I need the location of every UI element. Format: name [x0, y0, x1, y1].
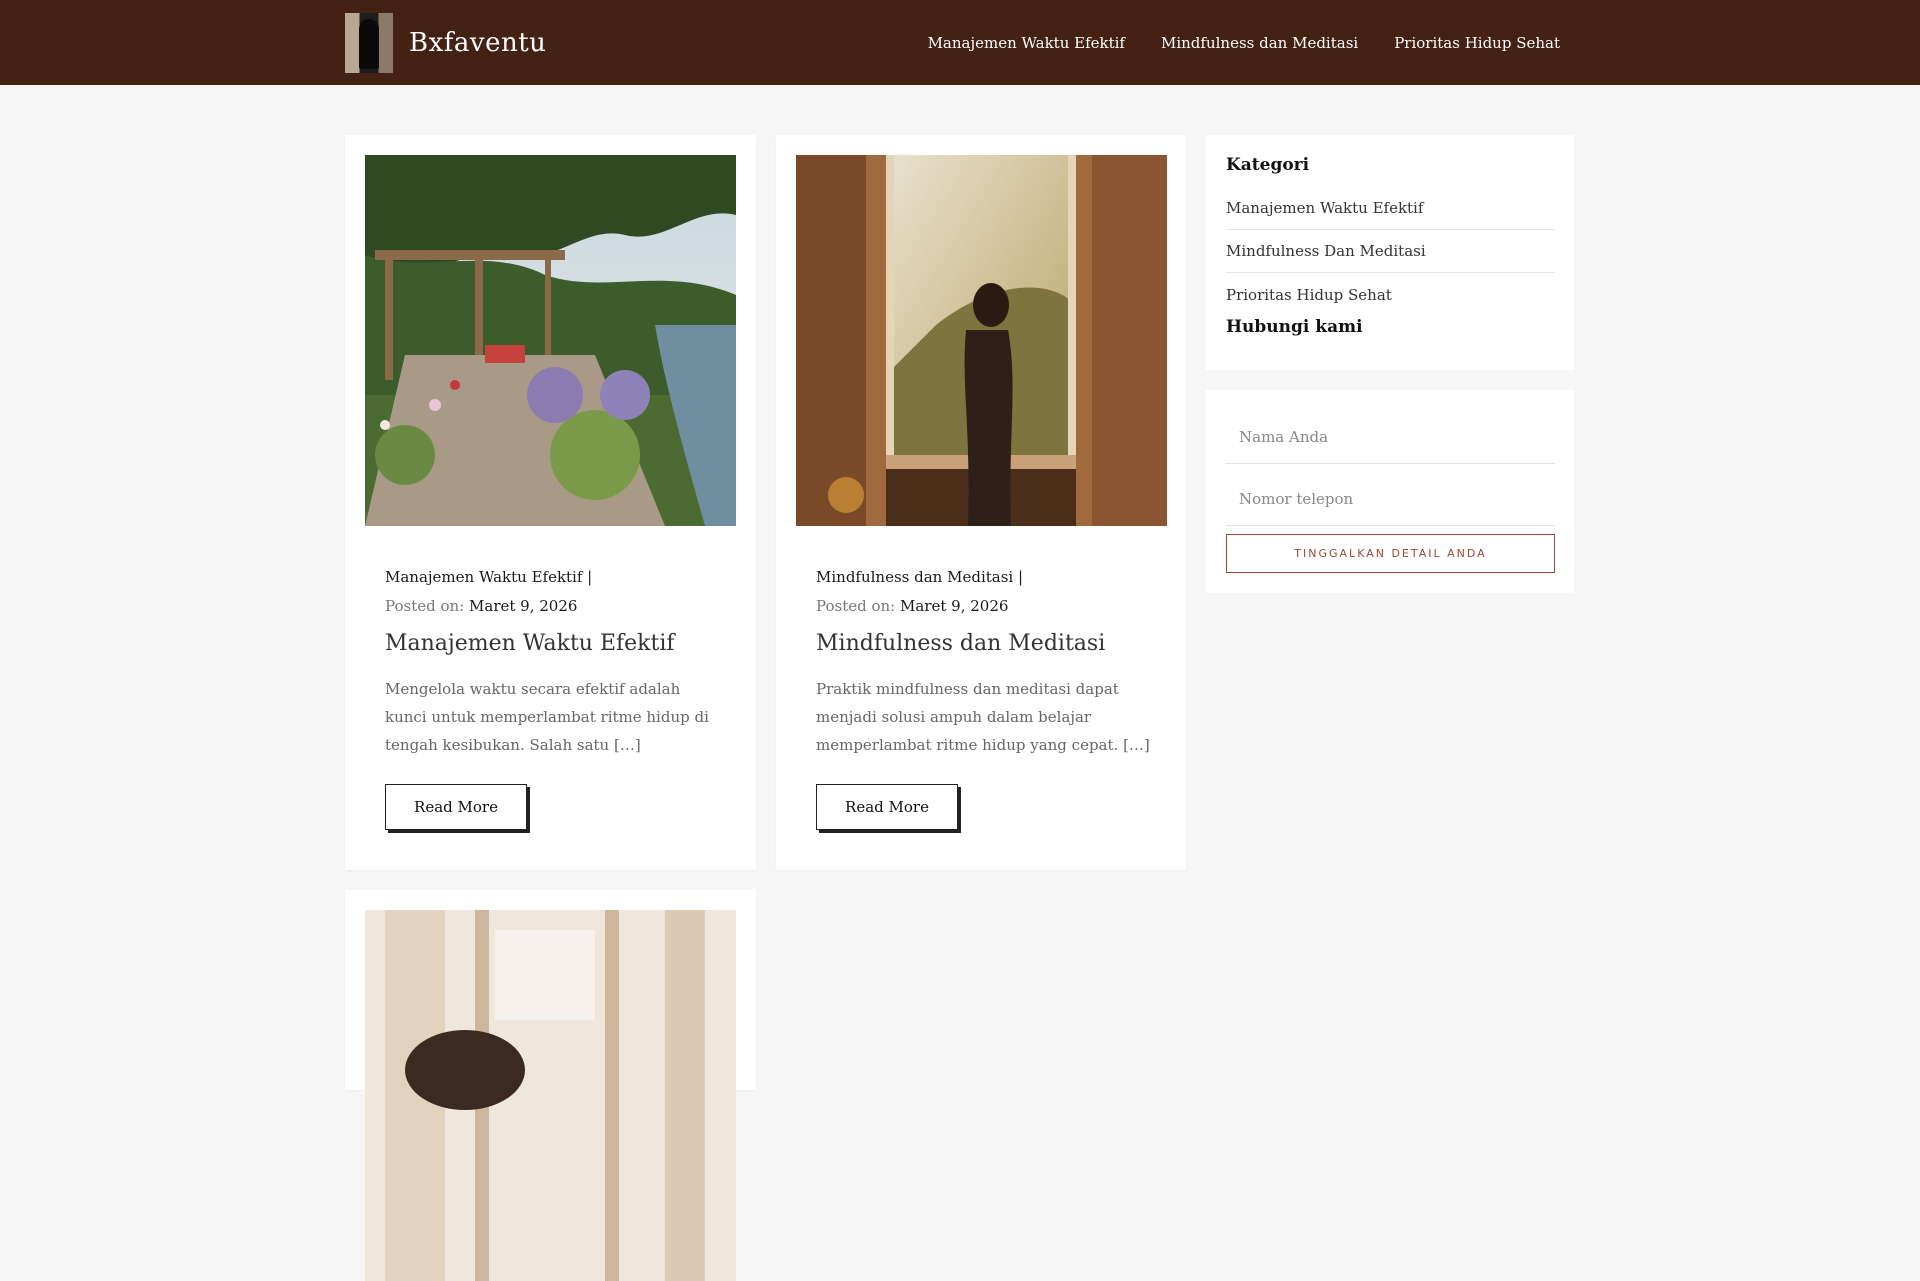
woman-window-portrait-image[interactable]: [365, 910, 736, 1281]
post-date-line: Posted on: Maret 9, 2026: [385, 597, 577, 615]
category-item-manajemen-waktu[interactable]: Manajemen Waktu Efektif: [1226, 187, 1555, 230]
category-item-prioritas-hidup[interactable]: Prioritas Hidup Sehat: [1226, 273, 1555, 316]
nav-link-manajemen-waktu[interactable]: Manajemen Waktu Efektif: [928, 34, 1125, 52]
post-excerpt: Praktik mindfulness dan meditasi dapat m…: [816, 680, 1150, 754]
category-item-mindfulness[interactable]: Mindfulness Dan Meditasi: [1226, 230, 1555, 273]
post-date-line: Posted on: Maret 9, 2026: [816, 597, 1008, 615]
read-more-button[interactable]: Read More: [816, 784, 958, 830]
woman-window-sunlight-image[interactable]: [796, 155, 1167, 526]
post-category[interactable]: Manajemen Waktu Efektif |: [385, 568, 592, 586]
contact-form: TINGGALKAN DETAIL ANDA: [1206, 390, 1574, 593]
post-excerpt: Mengelola waktu secara efektif adalah ku…: [385, 680, 709, 754]
post-thumbnail[interactable]: [365, 910, 736, 1281]
site-header: Bxfaventu Manajemen Waktu Efektif Mindfu…: [0, 0, 1920, 85]
phone-input[interactable]: [1226, 472, 1555, 526]
post-thumbnail[interactable]: [365, 155, 736, 526]
sidebar-categories: Kategori Manajemen Waktu Efektif Mindful…: [1206, 135, 1574, 370]
submit-details-button[interactable]: TINGGALKAN DETAIL ANDA: [1226, 534, 1555, 573]
read-more-button[interactable]: Read More: [385, 784, 527, 830]
posted-on-label: Posted on:: [385, 597, 465, 615]
garden-pergola-image[interactable]: [365, 155, 736, 526]
brand[interactable]: Bxfaventu: [345, 13, 546, 73]
post-category[interactable]: Mindfulness dan Meditasi |: [816, 568, 1023, 586]
post-title[interactable]: Mindfulness dan Meditasi: [816, 631, 1105, 656]
site-name[interactable]: Bxfaventu: [409, 28, 546, 58]
post-date[interactable]: Maret 9, 2026: [900, 597, 1008, 615]
post-card: Manajemen Waktu Efektif | Posted on: Mar…: [345, 135, 756, 870]
posted-on-label: Posted on:: [816, 597, 896, 615]
categories-heading: Kategori: [1226, 155, 1310, 175]
post-card: Mindfulness dan Meditasi | Posted on: Ma…: [776, 135, 1186, 870]
name-input[interactable]: [1226, 410, 1555, 464]
main-nav: Manajemen Waktu Efektif Mindfulness dan …: [928, 0, 1560, 85]
nav-link-prioritas-hidup[interactable]: Prioritas Hidup Sehat: [1394, 34, 1560, 52]
post-card: [345, 890, 756, 1281]
category-list: Manajemen Waktu Efektif Mindfulness Dan …: [1226, 187, 1555, 316]
post-thumbnail[interactable]: [796, 155, 1167, 526]
post-date[interactable]: Maret 9, 2026: [469, 597, 577, 615]
nav-link-mindfulness[interactable]: Mindfulness dan Meditasi: [1161, 34, 1358, 52]
contact-heading: Hubungi kami: [1226, 317, 1363, 337]
microphone-logo-icon[interactable]: [345, 13, 393, 73]
post-title[interactable]: Manajemen Waktu Efektif: [385, 631, 675, 656]
